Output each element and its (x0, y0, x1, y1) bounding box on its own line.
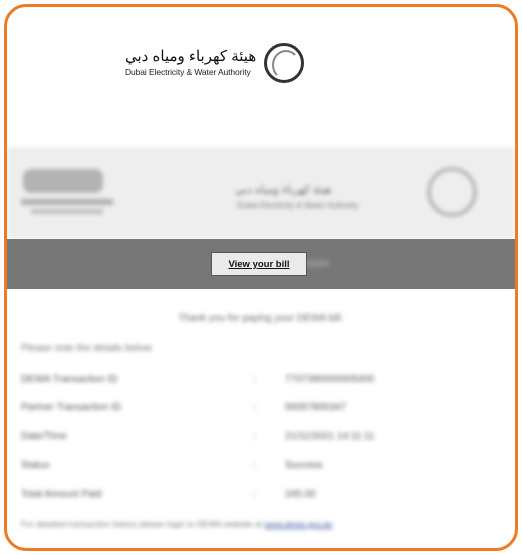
detail-value: 245.00 (285, 489, 316, 500)
dewa-ring-icon (264, 43, 305, 83)
dewa-logo: هيئة كهرباء ومياه دبي Dubai Electricity … (125, 43, 305, 83)
logo-arabic-text: هيئة كهرباء ومياه دبي (125, 48, 257, 65)
detail-row: Total Amount Paid : 245.00 (21, 489, 316, 500)
government-logo (17, 165, 117, 217)
detail-label: Partner Transaction ID (21, 402, 122, 413)
email-frame: هيئة كهرباء ومياه دبي Dubai Electricity … (4, 4, 518, 551)
banner-ring-icon (427, 167, 477, 217)
detail-value: 7707390000005400 (285, 374, 374, 385)
detail-value: 00057800347 (285, 402, 347, 413)
thank-you-message: Thank you for paying your DEWA bill. (178, 313, 344, 324)
footer-note-text: For detailed transaction history please … (21, 519, 263, 529)
banner-logo-arabic: هيئة كهرباء ومياه دبي (235, 184, 332, 196)
detail-row: Status : Success (21, 460, 323, 471)
banner-dewa-logo: هيئة كهرباء ومياه دبي Dubai Electricity … (229, 165, 479, 221)
detail-label: DEWA Transaction ID (21, 374, 118, 385)
details-heading: Please note the details below: (21, 343, 154, 354)
detail-label: Total Amount Paid (21, 489, 102, 500)
detail-value: Success (285, 460, 323, 471)
detail-label: Date/Time (21, 431, 67, 442)
footer-note: For detailed transaction history please … (21, 519, 501, 529)
view-bill-button[interactable]: View your bill (211, 252, 307, 276)
logo-english-text: Dubai Electricity & Water Authority (125, 67, 251, 77)
detail-row: Partner Transaction ID : 00057800347 (21, 402, 347, 413)
detail-value: 21/11/2021 14:11:11 (285, 431, 375, 442)
detail-label: Status (21, 460, 50, 471)
banner-logo-english: Dubai Electricity & Water Authority (237, 201, 359, 210)
header-banner: هيئة كهرباء ومياه دبي Dubai Electricity … (7, 147, 515, 239)
detail-row: Date/Time : 21/11/2021 14:11:11 (21, 431, 375, 442)
detail-row: DEWA Transaction ID : 7707390000005400 (21, 374, 374, 385)
dewa-website-link[interactable]: www.dewa.gov.ae (265, 519, 333, 529)
